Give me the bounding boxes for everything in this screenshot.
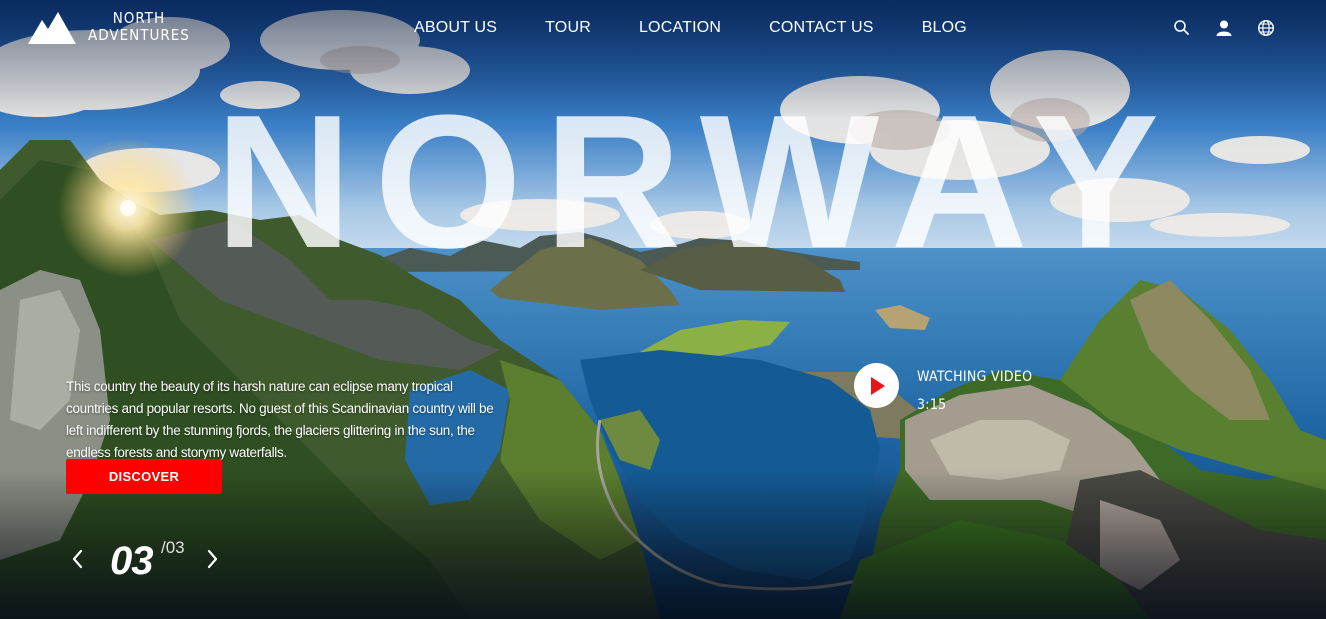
brand-name: NORTH ADVENTURES xyxy=(88,10,190,44)
chevron-left-icon[interactable] xyxy=(70,548,84,570)
watch-video-block: WATCHING VIDEO 3:15 xyxy=(854,363,1032,419)
video-info: WATCHING VIDEO 3:15 xyxy=(917,363,1032,419)
brand-name-line1: NORTH xyxy=(112,9,166,27)
play-video-button[interactable] xyxy=(854,363,899,408)
brand-logo[interactable]: NORTH ADVENTURES xyxy=(28,10,190,44)
nav-tour[interactable]: TOUR xyxy=(545,18,591,38)
video-label: WATCHING VIDEO xyxy=(917,369,1033,385)
brand-name-line2: ADVENTURES xyxy=(88,26,190,44)
nav-contact-us[interactable]: CONTACT US xyxy=(769,18,874,38)
user-icon[interactable] xyxy=(1215,19,1233,37)
globe-icon[interactable] xyxy=(1257,19,1275,37)
main-navigation: ABOUT US TOUR LOCATION CONTACT US BLOG xyxy=(414,18,967,38)
mountain-logo-icon xyxy=(28,12,76,44)
slide-total-number: /03 xyxy=(161,538,185,557)
header-icons xyxy=(1173,19,1275,37)
play-icon xyxy=(871,377,885,395)
hero-title: NORWAY xyxy=(215,76,1182,288)
nav-location[interactable]: LOCATION xyxy=(639,18,721,38)
nav-about-us[interactable]: ABOUT US xyxy=(414,18,497,38)
search-icon[interactable] xyxy=(1173,19,1191,37)
hero-description: This country the beauty of its harsh nat… xyxy=(66,379,494,460)
video-duration: 3:15 xyxy=(917,397,947,413)
chevron-right-icon[interactable] xyxy=(206,548,220,570)
slide-current-number: 03 xyxy=(110,539,153,583)
discover-button[interactable]: DISCOVER xyxy=(66,459,222,494)
nav-blog[interactable]: BLOG xyxy=(922,18,967,38)
